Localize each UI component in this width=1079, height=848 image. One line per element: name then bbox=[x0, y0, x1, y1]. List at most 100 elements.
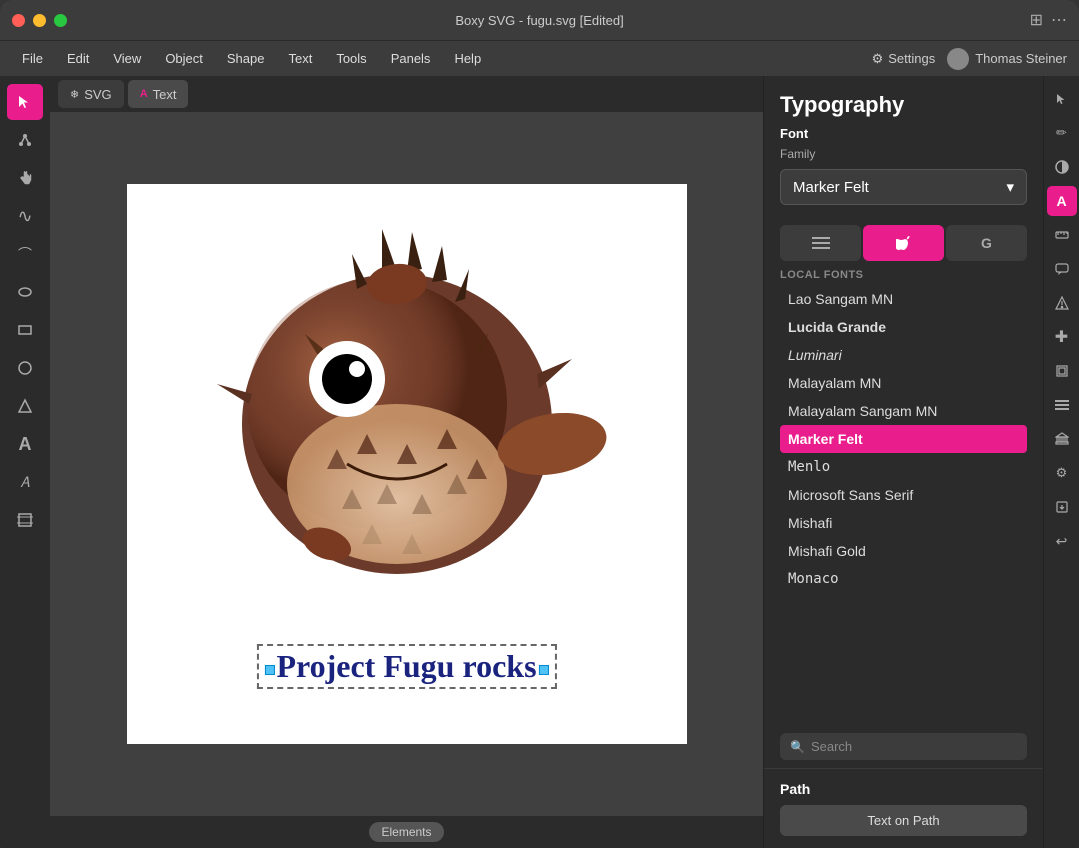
menu-text[interactable]: Text bbox=[278, 47, 322, 70]
menu-panels[interactable]: Panels bbox=[381, 47, 441, 70]
right-icon-contrast[interactable] bbox=[1047, 152, 1077, 182]
app-window: Boxy SVG - fugu.svg [Edited] ⊞ ⋯ File Ed… bbox=[0, 0, 1079, 848]
menu-file[interactable]: File bbox=[12, 47, 53, 70]
text-handle-left bbox=[264, 665, 274, 675]
font-tabs: G bbox=[764, 225, 1043, 261]
path-section: Path Text on Path bbox=[764, 768, 1043, 848]
font-tab-list[interactable] bbox=[780, 225, 861, 261]
canvas-area: ❄ SVG A Text bbox=[50, 76, 763, 848]
right-icon-bar: ✏ A ✚ ⚙ bbox=[1043, 76, 1079, 848]
font-item-malayalam-sangam[interactable]: Malayalam Sangam MN bbox=[780, 397, 1027, 425]
font-tab-google[interactable]: G bbox=[946, 225, 1027, 261]
font-item-malayalam[interactable]: Malayalam MN bbox=[780, 369, 1027, 397]
right-icon-list-view[interactable] bbox=[1047, 390, 1077, 420]
font-item-lao[interactable]: Lao Sangam MN bbox=[780, 285, 1027, 313]
font-family-select[interactable]: Marker Felt ▾ bbox=[780, 169, 1027, 205]
tab-text[interactable]: A Text bbox=[128, 80, 189, 108]
right-icon-bank[interactable] bbox=[1047, 424, 1077, 454]
font-item-marker-felt[interactable]: Marker Felt bbox=[780, 425, 1027, 453]
right-icon-comment[interactable] bbox=[1047, 254, 1077, 284]
text-tab-icon: A bbox=[140, 88, 148, 100]
menu-tools[interactable]: Tools bbox=[326, 47, 376, 70]
font-list: Lao Sangam MN Lucida Grande Luminari Mal… bbox=[780, 285, 1027, 593]
minimize-button[interactable] bbox=[33, 14, 46, 27]
canvas-tabs: ❄ SVG A Text bbox=[50, 76, 763, 112]
more-icon[interactable]: ⋯ bbox=[1051, 10, 1067, 30]
tool-select[interactable] bbox=[7, 84, 43, 120]
tool-bezier[interactable]: ∿ bbox=[7, 198, 43, 234]
font-item-microsoft[interactable]: Microsoft Sans Serif bbox=[780, 481, 1027, 509]
settings-button[interactable]: ⚙ Settings bbox=[872, 51, 936, 67]
puzzle-icon[interactable]: ⊞ bbox=[1030, 10, 1043, 30]
tool-text-small[interactable]: 𝐴 bbox=[7, 464, 43, 500]
right-panel: Typography Font Family Marker Felt ▾ G L… bbox=[763, 76, 1043, 848]
tool-node[interactable] bbox=[7, 122, 43, 158]
maximize-button[interactable] bbox=[54, 14, 67, 27]
menu-help[interactable]: Help bbox=[444, 47, 491, 70]
right-icon-layers[interactable] bbox=[1047, 356, 1077, 386]
font-item-lucida[interactable]: Lucida Grande bbox=[780, 313, 1027, 341]
font-list-section[interactable]: LOCAL FONTS Lao Sangam MN Lucida Grande … bbox=[764, 261, 1043, 725]
font-item-menlo[interactable]: Menlo bbox=[780, 453, 1027, 481]
menu-shape[interactable]: Shape bbox=[217, 47, 275, 70]
font-section-label: Font bbox=[780, 126, 1027, 141]
font-tab-apple[interactable] bbox=[863, 225, 944, 261]
tool-ellipse-shape[interactable] bbox=[7, 274, 43, 310]
bottom-bar: Elements bbox=[50, 816, 763, 848]
snowflake-icon: ❄ bbox=[70, 88, 79, 101]
main-area: ∿ ⌒ A 𝐴 ❄ SVG bbox=[0, 76, 1079, 848]
right-icon-undo[interactable]: ↩ bbox=[1047, 526, 1077, 556]
pufferfish-illustration bbox=[197, 194, 617, 624]
right-icon-text-typography[interactable]: A bbox=[1047, 186, 1077, 216]
tool-crop[interactable] bbox=[7, 502, 43, 538]
tool-rect[interactable] bbox=[7, 312, 43, 348]
search-input[interactable] bbox=[811, 739, 1017, 754]
right-icon-pointer[interactable] bbox=[1047, 84, 1077, 114]
tab-svg[interactable]: ❄ SVG bbox=[58, 80, 124, 108]
left-toolbar: ∿ ⌒ A 𝐴 bbox=[0, 76, 50, 848]
right-icon-pencil[interactable]: ✏ bbox=[1047, 118, 1077, 148]
close-button[interactable] bbox=[12, 14, 25, 27]
tool-hand[interactable] bbox=[7, 160, 43, 196]
menu-object[interactable]: Object bbox=[155, 47, 213, 70]
traffic-lights bbox=[12, 14, 67, 27]
right-icon-export[interactable] bbox=[1047, 492, 1077, 522]
right-icon-gear[interactable]: ⚙ bbox=[1047, 458, 1077, 488]
tool-curve[interactable]: ⌒ bbox=[7, 236, 43, 272]
tool-text-large[interactable]: A bbox=[7, 426, 43, 462]
right-icon-ruler[interactable] bbox=[1047, 220, 1077, 250]
tool-triangle[interactable] bbox=[7, 388, 43, 424]
family-label: Family bbox=[780, 147, 1027, 161]
right-icon-warning[interactable] bbox=[1047, 288, 1077, 318]
font-item-mishafi[interactable]: Mishafi bbox=[780, 509, 1027, 537]
canvas-viewport[interactable]: Project Fugu rocks bbox=[50, 112, 763, 816]
canvas-document: Project Fugu rocks bbox=[127, 184, 687, 744]
user-info: Thomas Steiner bbox=[947, 48, 1067, 70]
menubar: File Edit View Object Shape Text Tools P… bbox=[0, 40, 1079, 76]
path-label: Path bbox=[780, 781, 1027, 797]
user-avatar bbox=[947, 48, 969, 70]
right-icon-plus-cross[interactable]: ✚ bbox=[1047, 322, 1077, 352]
local-fonts-label: LOCAL FONTS bbox=[780, 261, 1027, 285]
menubar-right: ⚙ Settings Thomas Steiner bbox=[872, 48, 1067, 70]
menu-edit[interactable]: Edit bbox=[57, 47, 99, 70]
chevron-down-icon: ▾ bbox=[1006, 178, 1014, 196]
panel-header: Typography Font Family Marker Felt ▾ bbox=[764, 76, 1043, 225]
tool-circle[interactable] bbox=[7, 350, 43, 386]
canvas-text[interactable]: Project Fugu rocks bbox=[256, 644, 556, 689]
panel-title: Typography bbox=[780, 92, 1027, 118]
elements-badge[interactable]: Elements bbox=[369, 822, 443, 842]
text-handle-right bbox=[539, 665, 549, 675]
menu-view[interactable]: View bbox=[103, 47, 151, 70]
search-input-wrap: 🔍 bbox=[780, 733, 1027, 760]
titlebar-right: ⊞ ⋯ bbox=[1030, 10, 1067, 30]
font-item-monaco[interactable]: Monaco bbox=[780, 565, 1027, 593]
window-title: Boxy SVG - fugu.svg [Edited] bbox=[455, 13, 623, 28]
user-name: Thomas Steiner bbox=[975, 51, 1067, 66]
settings-icon: ⚙ bbox=[872, 51, 884, 67]
font-item-mishafi-gold[interactable]: Mishafi Gold bbox=[780, 537, 1027, 565]
font-item-luminari[interactable]: Luminari bbox=[780, 341, 1027, 369]
text-on-path-button[interactable]: Text on Path bbox=[780, 805, 1027, 836]
titlebar: Boxy SVG - fugu.svg [Edited] ⊞ ⋯ bbox=[0, 0, 1079, 40]
search-bar: 🔍 bbox=[764, 725, 1043, 768]
